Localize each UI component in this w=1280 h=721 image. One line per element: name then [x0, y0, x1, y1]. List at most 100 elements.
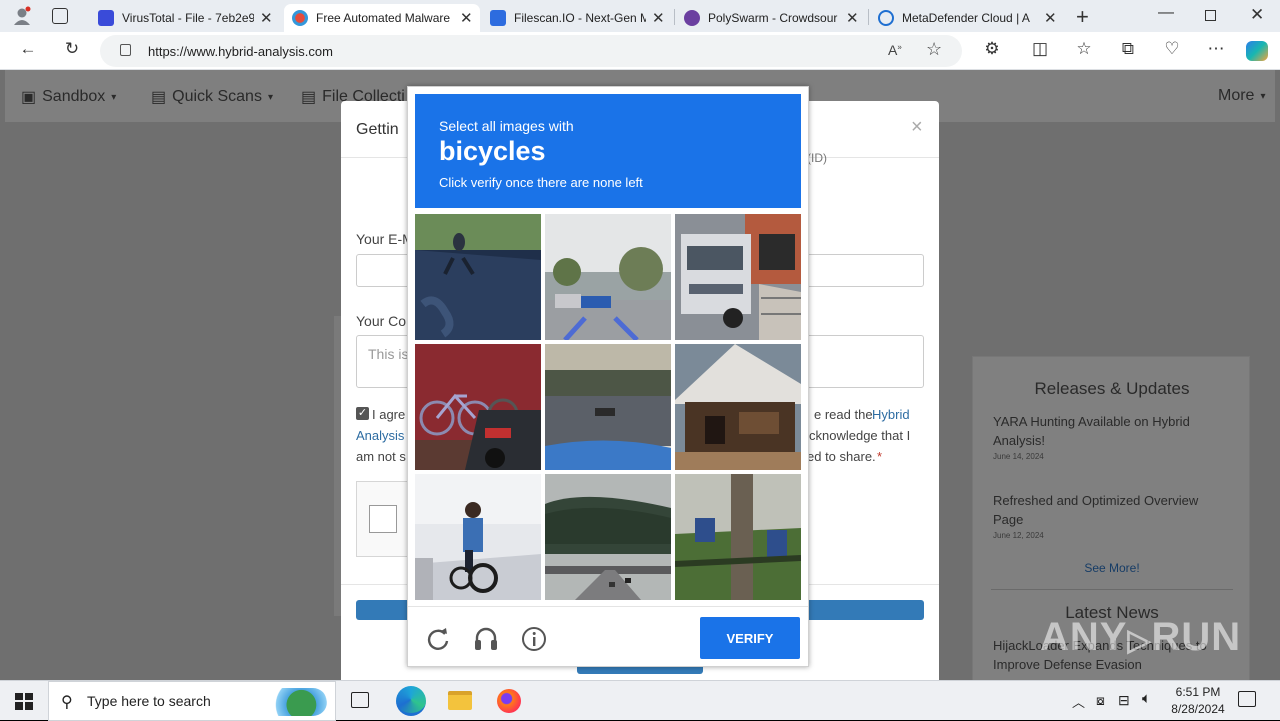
favorite-star-icon[interactable]: ☆ [926, 39, 942, 60]
clock-date[interactable]: 8/28/2024 [1162, 702, 1234, 716]
challenge-tile-3[interactable] [675, 214, 801, 340]
windows-start-icon[interactable] [15, 693, 33, 710]
challenge-tile-6[interactable] [675, 344, 801, 470]
favorites-icon[interactable]: ☆ [1072, 39, 1096, 59]
tab-metadefender[interactable]: MetaDefender Cloud | A ✕ [870, 4, 1064, 32]
agree-text: ed to share. [807, 449, 876, 464]
taskbar-search-box[interactable]: ⚲ Type here to search [48, 681, 336, 721]
close-tab-icon[interactable]: ✕ [460, 9, 473, 27]
modal-close-icon[interactable]: × [911, 116, 923, 139]
address-bar[interactable]: https://www.hybrid-analysis.com A» ☆ [100, 35, 962, 67]
tab-polyswarm[interactable]: PolySwarm - Crowdsour ✕ [676, 4, 866, 32]
agree-checkbox[interactable]: ✓ [356, 407, 369, 420]
agree-text: e read the [814, 407, 873, 422]
challenge-tile-1[interactable] [415, 214, 541, 340]
tab-filescan[interactable]: Filescan.IO - Next-Gen M ✕ [482, 4, 672, 32]
search-icon: ⚲ [61, 694, 73, 711]
modal-title: Gettin [356, 121, 399, 138]
hcaptcha-checkbox[interactable] [369, 505, 397, 533]
challenge-tile-2[interactable] [545, 214, 671, 340]
hcaptcha-challenge: Select all images with bicycles Click ve… [407, 86, 809, 667]
search-placeholder: Type here to search [87, 693, 211, 709]
release-item-date: June 12, 2024 [993, 531, 1044, 540]
info-icon[interactable] [520, 625, 548, 653]
release-item-date: June 14, 2024 [993, 452, 1044, 461]
anyrun-watermark: ANY▷RUN [1040, 615, 1242, 659]
audio-challenge-icon[interactable] [472, 625, 500, 653]
challenge-tile-9[interactable] [675, 474, 801, 600]
lock-icon[interactable] [120, 44, 131, 56]
network-icon[interactable]: ⊟ [1118, 692, 1130, 709]
challenge-header: Select all images with bicycles Click ve… [415, 94, 801, 208]
edge-taskbar-icon[interactable] [396, 686, 426, 716]
tab-actions-icon[interactable] [52, 8, 68, 24]
nav-quick-scans[interactable]: ▤ Quick Scans ▾ [151, 87, 273, 107]
settings-more-icon[interactable]: ⋯ [1204, 39, 1228, 59]
agree-text: I agre [372, 407, 406, 422]
tab-title: VirusTotal - File - 7eb2e9 [122, 11, 254, 25]
email-label: Your E-M [356, 231, 414, 247]
ip-hint: (ID) [807, 151, 827, 165]
nav-more[interactable]: More ▾ [1218, 87, 1265, 105]
release-item-title[interactable]: Refreshed and Optimized Overview Page [993, 491, 1223, 529]
challenge-tile-8[interactable] [545, 474, 671, 600]
required-mark: * [877, 449, 883, 464]
nav-label: Sandbox [42, 88, 106, 105]
release-item-title[interactable]: YARA Hunting Available on Hybrid Analysi… [993, 412, 1223, 450]
hybrid-link[interactable]: Hybrid [872, 407, 910, 422]
virustotal-favicon-icon [98, 10, 114, 26]
close-tab-icon[interactable]: ✕ [260, 9, 273, 27]
browser-toolbar: ← ↻ https://www.hybrid-analysis.com A» ☆… [0, 32, 1280, 70]
clock-time[interactable]: 6:51 PM [1162, 685, 1234, 699]
refresh-challenge-icon[interactable] [424, 625, 452, 653]
tray-overflow-icon[interactable]: ︿ [1072, 692, 1085, 711]
back-icon[interactable]: ← [16, 39, 40, 59]
refresh-icon[interactable]: ↻ [60, 39, 84, 59]
tab-virustotal[interactable]: VirusTotal - File - 7eb2e9 ✕ [90, 4, 280, 32]
notifications-icon[interactable] [1238, 691, 1256, 707]
file-explorer-icon[interactable] [448, 691, 472, 710]
filescan-favicon-icon [490, 10, 506, 26]
tab-title: Filescan.IO - Next-Gen M [514, 11, 646, 25]
nav-sandbox[interactable]: ▣ Sandbox ▾ [21, 87, 116, 107]
new-tab-icon[interactable]: + [1076, 4, 1089, 30]
task-view-icon[interactable] [351, 692, 369, 708]
challenge-tile-4[interactable] [415, 344, 541, 470]
releases-heading: Releases & Updates [1034, 379, 1190, 398]
caret-down-icon: ▾ [111, 91, 117, 103]
tab-divider [674, 9, 675, 25]
caret-down-icon: ▾ [1260, 90, 1266, 102]
extensions-icon[interactable]: ⚙ [980, 39, 1004, 59]
firefox-icon[interactable] [497, 689, 521, 713]
close-window-icon[interactable]: ✕ [1250, 5, 1264, 25]
nav-label: More [1218, 87, 1255, 104]
close-tab-icon[interactable]: ✕ [846, 9, 859, 27]
volume-icon[interactable]: 🔈︎ [1142, 690, 1151, 707]
tab-title: PolySwarm - Crowdsour [708, 11, 838, 25]
tab-hybrid-analysis[interactable]: Free Automated Malware ✕ [284, 4, 480, 32]
challenge-tile-5[interactable] [545, 344, 671, 470]
agree-link[interactable]: Analysis [356, 428, 404, 443]
read-aloud-icon[interactable]: A» [888, 42, 902, 58]
challenge-tile-7[interactable] [415, 474, 541, 600]
file-icon: ▤ [151, 89, 167, 106]
restore-icon[interactable] [1205, 10, 1216, 21]
see-more-link[interactable]: See More! [973, 561, 1251, 575]
collections-icon[interactable]: ⧉ [1116, 39, 1140, 59]
divider [991, 589, 1233, 590]
profile-icon[interactable] [12, 6, 32, 26]
tray-app-icon[interactable]: ⧇ [1096, 692, 1105, 709]
agree-text: am not s [356, 449, 406, 464]
comment-placeholder: This is [368, 346, 409, 362]
close-tab-icon[interactable]: ✕ [1044, 9, 1057, 27]
minimize-icon[interactable]: — [1158, 4, 1174, 22]
close-tab-icon[interactable]: ✕ [652, 9, 665, 27]
verify-button[interactable]: VERIFY [700, 617, 800, 659]
challenge-target: bicycles [439, 136, 546, 166]
copilot-icon[interactable] [1246, 41, 1268, 61]
cube-icon: ▣ [21, 89, 37, 106]
url-text[interactable]: https://www.hybrid-analysis.com [148, 44, 333, 59]
browser-essentials-icon[interactable]: ♡ [1160, 39, 1184, 59]
split-screen-icon[interactable]: ◫ [1028, 39, 1052, 59]
metadefender-favicon-icon [878, 10, 894, 26]
